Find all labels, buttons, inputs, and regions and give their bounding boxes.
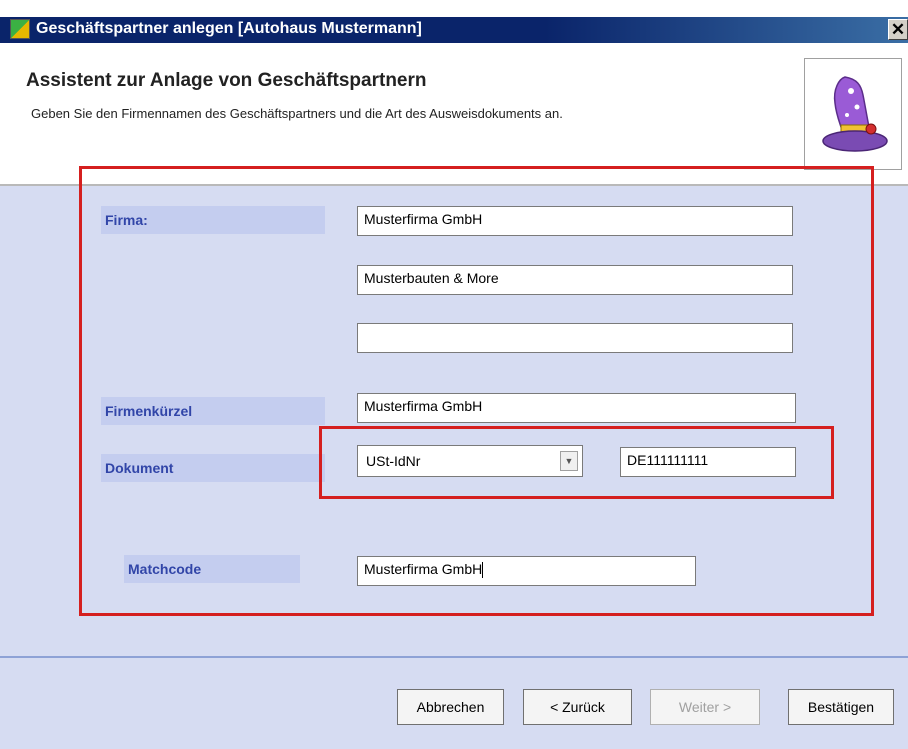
back-button[interactable]: < Zurück bbox=[523, 689, 632, 725]
next-button[interactable]: Weiter > bbox=[650, 689, 760, 725]
window-title: Geschäftspartner anlegen [Autohaus Muste… bbox=[36, 20, 422, 37]
cancel-button[interactable]: Abbrechen bbox=[397, 689, 504, 725]
highlight-form-frame bbox=[79, 166, 874, 616]
wizard-title: Assistent zur Anlage von Geschäftspartne… bbox=[26, 70, 427, 91]
wizard-hat-icon bbox=[804, 58, 902, 170]
highlight-document-frame bbox=[319, 426, 834, 499]
title-bar: Geschäftspartner anlegen [Autohaus Muste… bbox=[0, 0, 908, 44]
confirm-button[interactable]: Bestätigen bbox=[788, 689, 894, 725]
app-icon bbox=[10, 19, 30, 39]
wizard-header: Assistent zur Anlage von Geschäftspartne… bbox=[0, 44, 908, 184]
wizard-subtitle: Geben Sie den Firmennamen des Geschäftsp… bbox=[31, 106, 563, 121]
close-button[interactable]: ✕ bbox=[888, 19, 908, 40]
